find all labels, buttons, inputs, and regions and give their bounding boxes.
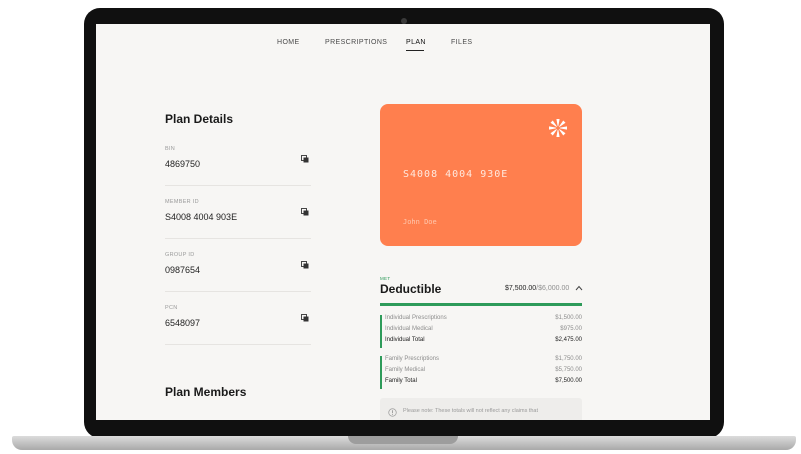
deductible-amount: $7,500.00/$6,000.00 xyxy=(505,285,569,292)
table-row: Family Medical $5,750.00 xyxy=(385,367,582,378)
row-amount: $7,500.00 xyxy=(555,378,582,384)
divider xyxy=(165,185,311,186)
laptop-notch xyxy=(348,436,458,444)
nav-prescriptions[interactable]: PRESCRIPTIONS xyxy=(325,39,387,46)
disclaimer-text: Please note: These totals will not refle… xyxy=(403,408,539,414)
plan-details-title: Plan Details xyxy=(165,112,234,126)
field-value: 0987654 xyxy=(165,265,201,275)
row-label: Family Prescriptions xyxy=(385,356,440,362)
pinwheel-logo-icon xyxy=(549,119,567,137)
disclaimer-note: Please note: These totals will not refle… xyxy=(380,398,582,420)
nav-plan[interactable]: PLAN xyxy=(406,39,426,46)
row-amount: $1,750.00 xyxy=(555,356,582,362)
deductible-total-amount: /$6,000.00 xyxy=(536,285,570,292)
divider xyxy=(165,291,311,292)
field-bin: BIN 4869750 xyxy=(165,146,311,199)
row-label: Family Medical xyxy=(385,367,426,373)
field-label: GROUP ID xyxy=(165,252,195,258)
row-amount: $975.00 xyxy=(560,326,582,332)
app-screen: HOME PRESCRIPTIONS PLAN FILES Plan Detai… xyxy=(96,24,710,420)
card-number: S4008 4004 930E xyxy=(403,169,509,180)
field-value: S4008 4004 903E xyxy=(165,212,238,222)
table-row: Individual Prescriptions $1,500.00 xyxy=(385,315,582,326)
plan-members-title: Plan Members xyxy=(165,385,247,399)
card-holder-name: John Doe xyxy=(403,218,437,226)
field-value: 6548097 xyxy=(165,318,201,328)
divider xyxy=(165,344,311,345)
copy-icon[interactable] xyxy=(301,155,309,163)
row-label: Family Total xyxy=(385,378,417,384)
field-group-id: GROUP ID 0987654 xyxy=(165,252,311,305)
group-accent-line xyxy=(380,315,382,348)
individual-group: Individual Prescriptions $1,500.00 Indiv… xyxy=(380,315,582,348)
row-label: Individual Prescriptions xyxy=(385,315,447,321)
field-member-id: MEMBER ID S4008 4004 903E xyxy=(165,199,311,252)
nav-active-indicator xyxy=(406,50,424,51)
deductible-met-amount: $7,500.00 xyxy=(505,285,537,292)
deductible-title: Deductible xyxy=(380,282,442,296)
insurance-card[interactable]: S4008 4004 930E John Doe xyxy=(380,104,582,246)
row-label: Individual Total xyxy=(385,337,425,343)
nav-files[interactable]: FILES xyxy=(451,39,472,46)
row-amount: $1,500.00 xyxy=(555,315,582,321)
met-label: MET xyxy=(380,276,391,281)
copy-icon[interactable] xyxy=(301,314,309,322)
row-label: Individual Medical xyxy=(385,326,433,332)
table-row-total: Individual Total $2,475.00 xyxy=(385,337,582,348)
copy-icon[interactable] xyxy=(301,208,309,216)
field-label: MEMBER ID xyxy=(165,199,199,205)
field-value: 4869750 xyxy=(165,159,201,169)
nav-home[interactable]: HOME xyxy=(277,39,300,46)
group-accent-line xyxy=(380,356,382,389)
top-nav: HOME PRESCRIPTIONS PLAN FILES xyxy=(96,39,710,55)
field-label: BIN xyxy=(165,146,176,152)
chevron-up-icon[interactable] xyxy=(575,285,583,291)
row-amount: $5,750.00 xyxy=(555,367,582,373)
info-icon xyxy=(388,408,397,417)
table-row: Family Prescriptions $1,750.00 xyxy=(385,356,582,367)
copy-icon[interactable] xyxy=(301,261,309,269)
field-label: PCN xyxy=(165,305,178,311)
deductible-progress-bar xyxy=(380,303,582,306)
family-group: Family Prescriptions $1,750.00 Family Me… xyxy=(380,356,582,389)
field-pcn: PCN 6548097 xyxy=(165,305,311,358)
table-row: Individual Medical $975.00 xyxy=(385,326,582,337)
table-row-total: Family Total $7,500.00 xyxy=(385,378,582,389)
divider xyxy=(165,238,311,239)
row-amount: $2,475.00 xyxy=(555,337,582,343)
